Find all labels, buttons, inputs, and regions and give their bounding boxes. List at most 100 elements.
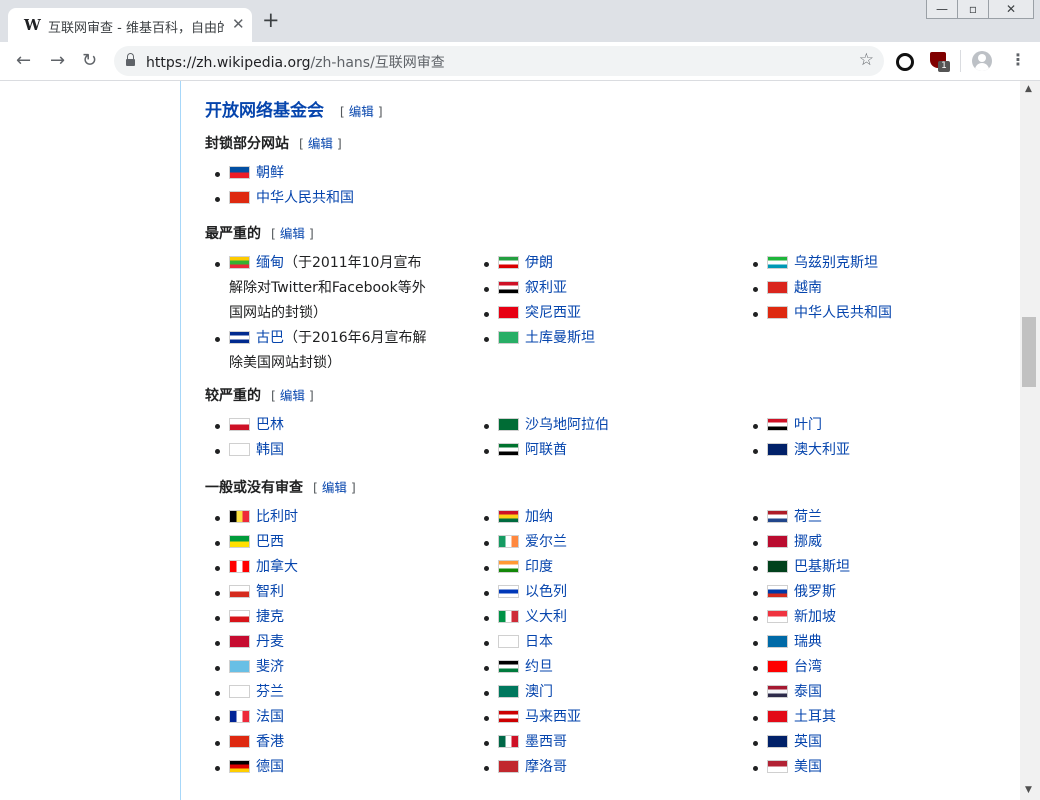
country-link[interactable]: 捷克 [256, 609, 284, 625]
edit-link[interactable]: 编辑 [322, 480, 347, 495]
country-link[interactable]: 比利时 [256, 509, 298, 525]
country-link[interactable]: 香港 [256, 734, 284, 750]
edit-link[interactable]: 编辑 [349, 104, 374, 119]
list-item: 阿联酋 [474, 438, 714, 463]
country-link[interactable]: 叶门 [794, 417, 822, 433]
list-item: 美国 [743, 755, 983, 780]
country-link[interactable]: 墨西哥 [525, 734, 567, 750]
forward-icon[interactable]: → [50, 51, 65, 71]
country-link[interactable]: 荷兰 [794, 509, 822, 525]
country-link[interactable]: 加纳 [525, 509, 553, 525]
country-flag-icon [229, 560, 250, 573]
country-link[interactable]: 法国 [256, 709, 284, 725]
country-link[interactable]: 新加坡 [794, 609, 836, 625]
section-heading-text: 开放网络基金会 [205, 101, 324, 121]
country-link[interactable]: 美国 [794, 759, 822, 775]
edit-link[interactable]: 编辑 [308, 136, 333, 151]
country-flag-icon [229, 685, 250, 698]
country-link[interactable]: 韩国 [256, 442, 284, 458]
country-link[interactable]: 日本 [525, 634, 553, 650]
list-item: 中华人民共和国 [743, 301, 983, 326]
subsection-heading: 一般或没有审查 [ 编辑 ] [205, 477, 356, 497]
country-link[interactable]: 印度 [525, 559, 553, 575]
country-link[interactable]: 瑞典 [794, 634, 822, 650]
country-link[interactable]: 土耳其 [794, 709, 836, 725]
country-link[interactable]: 马来西亚 [525, 709, 581, 725]
browser-menu-icon[interactable]: ⋮ [1010, 50, 1026, 70]
country-link[interactable]: 乌兹别克斯坦 [794, 255, 878, 271]
country-link[interactable]: 伊朗 [525, 255, 553, 271]
country-link[interactable]: 摩洛哥 [525, 759, 567, 775]
country-link[interactable]: 义大利 [525, 609, 567, 625]
country-link[interactable]: 巴西 [256, 534, 284, 550]
country-flag-icon [229, 443, 250, 456]
country-link[interactable]: 沙乌地阿拉伯 [525, 417, 609, 433]
country-link[interactable]: 俄罗斯 [794, 584, 836, 600]
country-flag-icon [229, 710, 250, 723]
country-flag-icon [498, 735, 519, 748]
country-link[interactable]: 中华人民共和国 [256, 190, 354, 206]
country-link[interactable]: 德国 [256, 759, 284, 775]
country-link[interactable]: 斐济 [256, 659, 284, 675]
new-tab-button[interactable]: + [262, 10, 280, 31]
edit-link[interactable]: 编辑 [280, 388, 305, 403]
extension-badge: 1 [938, 61, 950, 72]
country-link[interactable]: 丹麦 [256, 634, 284, 650]
back-icon[interactable]: ← [16, 51, 31, 71]
country-link[interactable]: 巴林 [256, 417, 284, 433]
country-flag-icon [498, 710, 519, 723]
country-flag-icon [498, 281, 519, 294]
country-link[interactable]: 芬兰 [256, 684, 284, 700]
country-link[interactable]: 土库曼斯坦 [525, 330, 595, 346]
country-link[interactable]: 澳门 [525, 684, 553, 700]
reload-icon[interactable]: ↻ [82, 51, 97, 71]
country-link[interactable]: 泰国 [794, 684, 822, 700]
country-link[interactable]: 台湾 [794, 659, 822, 675]
country-link[interactable]: 叙利亚 [525, 280, 567, 296]
window-close-icon[interactable]: ✕ [988, 0, 1034, 19]
country-link[interactable]: 阿联酋 [525, 442, 567, 458]
country-link[interactable]: 朝鲜 [256, 165, 284, 181]
country-link[interactable]: 突尼西亚 [525, 305, 581, 321]
scroll-up-icon[interactable]: ▲ [1025, 84, 1032, 94]
page-viewport: 开放网络基金会 [ 编辑 ] 封锁部分网站[ 编辑 ] 朝鲜 中华人民共和国 最严重的… [0, 81, 1040, 800]
close-tab-icon[interactable]: ✕ [232, 15, 245, 33]
active-tab[interactable]: W 互联网审查 - 维基百科，自由的百科全书 ✕ [8, 8, 252, 42]
list-item: 日本 [474, 630, 714, 655]
country-link[interactable]: 英国 [794, 734, 822, 750]
country-link[interactable]: 古巴 [256, 330, 284, 346]
url-text[interactable]: https://zh.wikipedia.org/zh-hans/互联网审查 [146, 52, 445, 72]
country-flag-icon [767, 418, 788, 431]
scroll-down-icon[interactable]: ▼ [1025, 785, 1032, 795]
country-link[interactable]: 爱尔兰 [525, 534, 567, 550]
country-link[interactable]: 巴基斯坦 [794, 559, 850, 575]
ublock-extension-icon[interactable]: 1 [930, 52, 950, 72]
country-link[interactable]: 以色列 [525, 584, 567, 600]
country-flag-icon [767, 660, 788, 673]
country-link[interactable]: 加拿大 [256, 559, 298, 575]
minimize-icon[interactable]: — [926, 0, 958, 19]
profile-avatar-icon[interactable] [972, 51, 992, 71]
list-item: 突尼西亚 [474, 301, 714, 326]
country-link[interactable]: 越南 [794, 280, 822, 296]
scrollbar-thumb[interactable] [1022, 317, 1036, 387]
country-link[interactable]: 挪威 [794, 534, 822, 550]
country-flag-icon [229, 166, 250, 179]
list-item: 韩国 [205, 438, 435, 463]
list-item: 越南 [743, 276, 983, 301]
bookmark-star-icon[interactable]: ☆ [859, 50, 874, 70]
maximize-icon[interactable]: ▫ [957, 0, 989, 19]
country-link[interactable]: 中华人民共和国 [794, 305, 892, 321]
country-link[interactable]: 智利 [256, 584, 284, 600]
subsection-heading: 最严重的 [ 编辑 ] [205, 223, 314, 243]
address-bar[interactable]: https://zh.wikipedia.org/zh-hans/互联网审查 ☆ [114, 46, 884, 76]
list-item: 澳大利亚 [743, 438, 983, 463]
country-link[interactable]: 澳大利亚 [794, 442, 850, 458]
extension-ring-icon[interactable] [896, 53, 914, 71]
vertical-scrollbar[interactable]: ▲ ▼ [1020, 81, 1040, 800]
country-link[interactable]: 约旦 [525, 659, 553, 675]
tab-title: 互联网审查 - 维基百科，自由的百科全书 [48, 21, 224, 36]
country-flag-icon [767, 535, 788, 548]
country-link[interactable]: 缅甸 [256, 255, 284, 271]
edit-link[interactable]: 编辑 [280, 226, 305, 241]
